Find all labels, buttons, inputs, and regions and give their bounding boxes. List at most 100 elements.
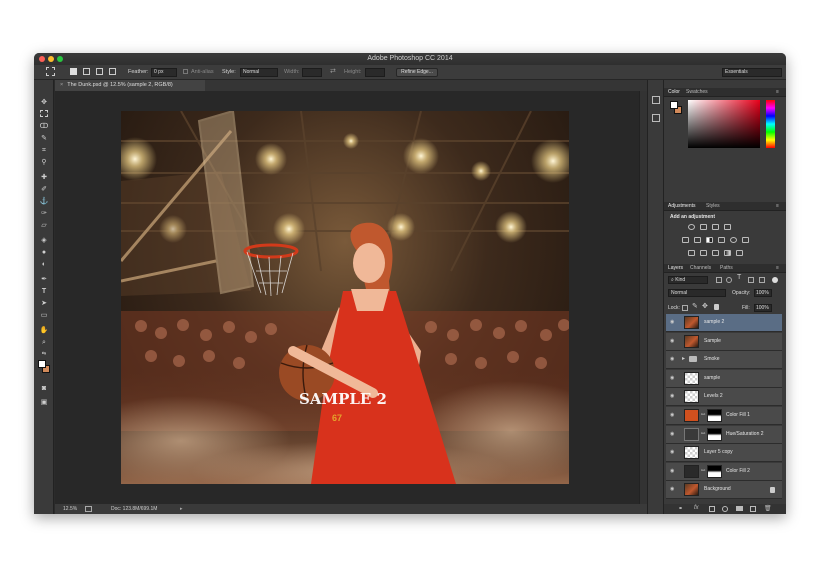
tab-close-icon[interactable]: × bbox=[60, 82, 63, 88]
filter-smart-object-icon[interactable] bbox=[759, 277, 765, 283]
status-arrow-icon[interactable]: ▸ bbox=[180, 504, 183, 514]
visibility-eye-icon[interactable]: ◉ bbox=[670, 357, 676, 362]
new-adjustment-icon[interactable] bbox=[722, 506, 728, 512]
link-layers-icon[interactable]: ⚭ bbox=[678, 505, 683, 512]
visibility-eye-icon[interactable]: ◉ bbox=[670, 413, 676, 418]
eyedropper-tool-icon[interactable]: ⚲ bbox=[39, 158, 49, 167]
antialias-checkbox[interactable] bbox=[183, 69, 188, 74]
selective-color-icon[interactable] bbox=[736, 250, 743, 256]
blend-mode-select[interactable]: Normal bbox=[668, 289, 726, 297]
layer-row[interactable]: ◉ sample bbox=[666, 369, 782, 388]
vibrance-icon[interactable] bbox=[736, 224, 743, 230]
path-select-icon[interactable]: ➤ bbox=[39, 299, 49, 308]
swap-colors-icon[interactable]: ⇆ bbox=[39, 350, 49, 359]
add-mask-icon[interactable] bbox=[709, 506, 715, 512]
layer-mask-thumbnail[interactable] bbox=[707, 427, 722, 441]
new-layer-icon[interactable] bbox=[750, 506, 756, 512]
tab-color[interactable]: Color bbox=[668, 89, 680, 95]
threshold-icon[interactable] bbox=[712, 250, 719, 256]
layer-row[interactable]: ◉ ⚯ Color Fill 2 bbox=[666, 462, 782, 481]
healing-brush-icon[interactable]: ✚ bbox=[39, 173, 49, 182]
mask-link-icon[interactable]: ⚯ bbox=[701, 431, 705, 437]
foreground-color-swatch[interactable] bbox=[38, 360, 46, 368]
tab-adjustments[interactable]: Adjustments bbox=[668, 203, 696, 209]
quick-mask-icon[interactable]: ◙ bbox=[39, 384, 49, 393]
group-expand-icon[interactable]: ▸ bbox=[682, 355, 685, 362]
status-share-icon[interactable] bbox=[85, 506, 92, 512]
channel-mixer-icon[interactable] bbox=[730, 237, 737, 243]
brush-tool-icon[interactable]: ✐ bbox=[39, 185, 49, 194]
blur-tool-icon[interactable]: ● bbox=[39, 248, 49, 257]
visibility-eye-icon[interactable]: ◉ bbox=[670, 375, 676, 381]
lock-position-icon[interactable]: ✥ bbox=[702, 302, 708, 310]
width-input[interactable] bbox=[302, 67, 322, 77]
layer-row[interactable]: ◉ ⚯ Hue/Saturation 2 bbox=[666, 425, 782, 444]
tab-layers[interactable]: Layers bbox=[668, 265, 683, 271]
tab-swatches[interactable]: Swatches bbox=[686, 89, 708, 95]
layer-mask-thumbnail[interactable] bbox=[707, 409, 722, 422]
layer-row[interactable]: ◉ sample 2 bbox=[666, 314, 782, 332]
layer-row[interactable]: ◉ Levels 2 bbox=[666, 388, 782, 407]
zoom-level[interactable]: 12.5% bbox=[63, 504, 77, 514]
document-canvas[interactable]: SAMPLE 2 67 bbox=[121, 111, 569, 484]
hue-saturation-icon[interactable] bbox=[682, 237, 689, 243]
quick-select-tool-icon[interactable]: ✎ bbox=[39, 134, 49, 143]
layer-style-icon[interactable]: fx bbox=[694, 505, 699, 511]
color-foreground-swatch[interactable] bbox=[670, 101, 678, 109]
background-lock-icon[interactable] bbox=[770, 487, 775, 494]
lock-transparency-icon[interactable] bbox=[682, 305, 688, 311]
screen-mode-icon[interactable]: ▣ bbox=[39, 398, 49, 407]
layer-row[interactable]: ◉ Background bbox=[666, 481, 782, 500]
mask-link-icon[interactable]: ⚯ bbox=[701, 412, 705, 418]
intersect-selection-icon[interactable] bbox=[109, 68, 116, 75]
type-tool-icon[interactable]: T bbox=[39, 287, 49, 296]
filter-shape-icon[interactable] bbox=[748, 277, 754, 283]
brightness-icon[interactable] bbox=[688, 224, 695, 230]
canvas-area[interactable]: SAMPLE 2 67 bbox=[55, 91, 639, 504]
mask-link-icon[interactable]: ⚯ bbox=[701, 468, 705, 474]
lock-all-icon[interactable] bbox=[714, 304, 719, 310]
tab-channels[interactable]: Channels bbox=[690, 265, 711, 271]
marquee-tool-preset-icon[interactable] bbox=[46, 67, 55, 76]
color-field[interactable] bbox=[688, 100, 760, 148]
marquee-tool-icon[interactable] bbox=[40, 110, 48, 117]
tab-styles[interactable]: Styles bbox=[706, 203, 720, 209]
add-selection-icon[interactable] bbox=[83, 68, 90, 75]
properties-panel-icon[interactable] bbox=[652, 114, 660, 122]
style-select[interactable]: Normal bbox=[240, 67, 278, 77]
layer-row[interactable]: ◉ Layer 5 copy bbox=[666, 444, 782, 463]
eraser-tool-icon[interactable]: ▱ bbox=[39, 221, 49, 230]
rectangle-tool-icon[interactable]: ▭ bbox=[39, 311, 49, 320]
history-brush-icon[interactable]: ✑ bbox=[39, 209, 49, 218]
delete-layer-icon[interactable]: 🗑 bbox=[764, 505, 772, 512]
layer-mask-thumbnail[interactable] bbox=[707, 464, 722, 478]
visibility-eye-icon[interactable]: ◉ bbox=[670, 394, 676, 399]
visibility-eye-icon[interactable]: ◉ bbox=[670, 338, 676, 344]
invert-icon[interactable] bbox=[688, 250, 695, 256]
visibility-eye-icon[interactable]: ◉ bbox=[670, 320, 676, 325]
curves-icon[interactable] bbox=[712, 224, 719, 230]
hue-slider[interactable] bbox=[766, 100, 775, 148]
color-lookup-icon[interactable] bbox=[742, 237, 749, 243]
new-group-icon[interactable] bbox=[736, 506, 743, 511]
tab-paths[interactable]: Paths bbox=[720, 265, 733, 271]
history-panel-icon[interactable] bbox=[652, 96, 660, 104]
height-input[interactable] bbox=[365, 67, 385, 77]
layer-filter-select[interactable]: ⌕ Kind bbox=[668, 276, 708, 284]
filter-toggle-icon[interactable] bbox=[772, 277, 778, 283]
gradient-map-icon[interactable] bbox=[724, 250, 731, 256]
pen-tool-icon[interactable]: ✒ bbox=[39, 275, 49, 284]
zoom-button[interactable] bbox=[57, 56, 63, 62]
document-tab[interactable]: × The Dunk.psd @ 12.5% (sample 2, RGB/8) bbox=[55, 80, 205, 91]
layer-row[interactable]: ◉ ▸ Smoke bbox=[666, 351, 782, 370]
dodge-tool-icon[interactable]: ◐ bbox=[39, 260, 49, 269]
paint-bucket-icon[interactable]: ◈ bbox=[39, 236, 49, 245]
filter-pixel-icon[interactable] bbox=[716, 277, 722, 283]
visibility-eye-icon[interactable]: ◉ bbox=[670, 487, 676, 492]
adjustments-menu-icon[interactable]: ≡ bbox=[776, 203, 779, 209]
layer-row[interactable]: ◉ Sample bbox=[666, 332, 782, 351]
opacity-input[interactable]: 100% bbox=[754, 289, 772, 297]
swap-icon[interactable]: ⇄ bbox=[330, 67, 336, 75]
subtract-selection-icon[interactable] bbox=[96, 68, 103, 75]
move-tool-icon[interactable]: ✥ bbox=[39, 98, 49, 107]
